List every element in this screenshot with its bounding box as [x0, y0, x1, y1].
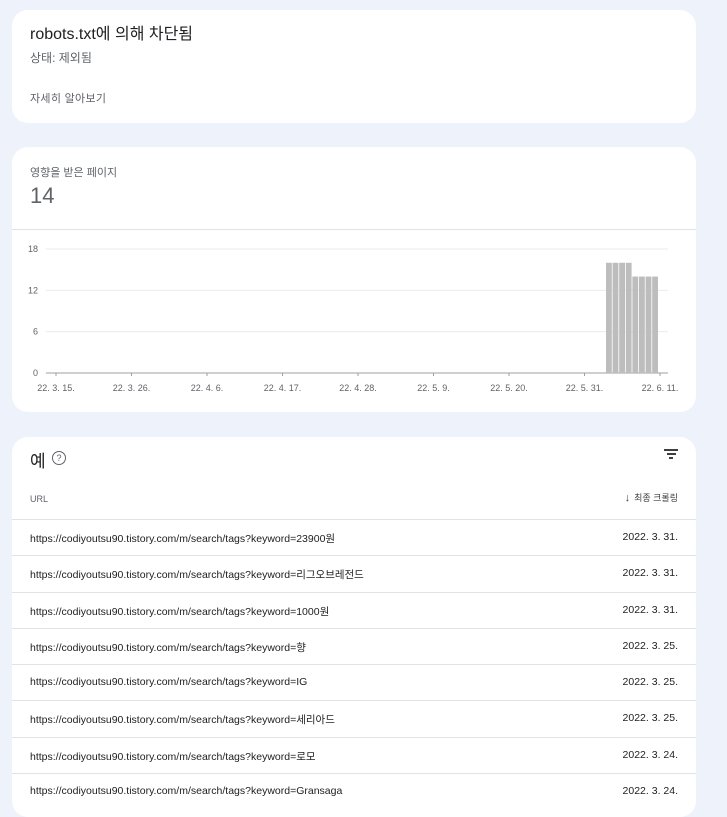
- chart-bar[interactable]: [606, 262, 612, 373]
- arrow-down-icon: ↓: [624, 492, 631, 504]
- x-tick-label: 22. 3. 15.: [37, 383, 75, 393]
- chart-bar[interactable]: [639, 276, 645, 373]
- table-row[interactable]: https://codiyoutsu90.tistory.com/m/searc…: [12, 555, 696, 591]
- row-last-crawled: 2022. 3. 25.: [622, 676, 678, 689]
- row-url: https://codiyoutsu90.tistory.com/m/searc…: [30, 750, 316, 763]
- examples-title: 예: [30, 452, 46, 471]
- y-tick-label: 12: [28, 285, 38, 295]
- help-icon[interactable]: ?: [52, 451, 66, 465]
- examples-card: 예 ? URL ↓ 최종 크롤링 https://codiyoutsu90.tis…: [12, 437, 696, 817]
- x-tick-label: 22. 5. 20.: [490, 383, 528, 393]
- affected-pages-chart: 0 6 12 18 22. 3. 15. 22. 3. 26. 22. 4. 6. 22. 4…: [28, 244, 679, 393]
- chart-bar[interactable]: [652, 276, 658, 373]
- chart-bar[interactable]: [625, 262, 632, 373]
- x-tick-label: 22. 4. 6.: [191, 383, 224, 393]
- row-url: https://codiyoutsu90.tistory.com/m/searc…: [30, 641, 306, 654]
- chart-bar[interactable]: [632, 276, 639, 373]
- table-row[interactable]: https://codiyoutsu90.tistory.com/m/searc…: [12, 773, 696, 809]
- x-tick-label: 22. 6. 11.: [642, 383, 679, 393]
- x-tick-label: 22. 4. 28.: [339, 383, 377, 393]
- table-row[interactable]: https://codiyoutsu90.tistory.com/m/searc…: [12, 519, 696, 555]
- column-header-last-crawled[interactable]: ↓ 최종 크롤링: [625, 491, 678, 504]
- chart-bar[interactable]: [619, 262, 625, 373]
- column-header-last-crawled-label: 최종 크롤링: [634, 493, 678, 503]
- learn-more-link[interactable]: 자세히 알아보기: [30, 90, 106, 106]
- examples-table-body: https://codiyoutsu90.tistory.com/m/searc…: [12, 519, 696, 809]
- chart-bar[interactable]: [612, 262, 619, 373]
- y-tick-label: 0: [33, 368, 38, 378]
- status-card: robots.txt에 의해 차단됨 상태: 제외됨 자세히 알아보기: [12, 10, 696, 123]
- row-url: https://codiyoutsu90.tistory.com/m/searc…: [30, 533, 336, 545]
- row-last-crawled: 2022. 3. 25.: [622, 639, 678, 652]
- row-last-crawled: 2022. 3. 31.: [622, 603, 678, 616]
- chart-bar[interactable]: [645, 276, 652, 373]
- table-row[interactable]: https://codiyoutsu90.tistory.com/m/searc…: [12, 736, 696, 773]
- row-last-crawled: 2022. 3. 24.: [622, 748, 678, 761]
- x-tick-label: 22. 5. 9.: [417, 383, 450, 393]
- row-url: https://codiyoutsu90.tistory.com/m/searc…: [30, 714, 335, 727]
- table-row[interactable]: https://codiyoutsu90.tistory.com/m/searc…: [12, 627, 696, 664]
- row-last-crawled: 2022. 3. 31.: [622, 567, 678, 580]
- filter-icon[interactable]: [664, 449, 678, 461]
- row-last-crawled: 2022. 3. 31.: [622, 531, 678, 543]
- table-row[interactable]: https://codiyoutsu90.tistory.com/m/searc…: [12, 591, 696, 628]
- column-header-url: URL: [30, 494, 49, 504]
- x-tick-label: 22. 3. 26.: [113, 383, 151, 393]
- row-url: https://codiyoutsu90.tistory.com/m/searc…: [30, 569, 364, 582]
- y-tick-label: 6: [33, 327, 38, 337]
- row-url: https://codiyoutsu90.tistory.com/m/searc…: [30, 605, 330, 618]
- x-tick-label: 22. 5. 31.: [566, 383, 604, 393]
- row-last-crawled: 2022. 3. 24.: [622, 785, 678, 798]
- issue-status: 상태: 제외됨: [30, 51, 92, 65]
- y-tick-label: 18: [28, 244, 38, 254]
- issue-title: robots.txt에 의해 차단됨: [30, 26, 194, 43]
- row-url: https://codiyoutsu90.tistory.com/m/searc…: [30, 785, 343, 798]
- x-tick-label: 22. 4. 17.: [264, 383, 302, 393]
- row-last-crawled: 2022. 3. 25.: [622, 712, 678, 725]
- table-row[interactable]: https://codiyoutsu90.tistory.com/m/searc…: [12, 664, 696, 700]
- table-row[interactable]: https://codiyoutsu90.tistory.com/m/searc…: [12, 700, 696, 736]
- row-url: https://codiyoutsu90.tistory.com/m/searc…: [30, 676, 308, 689]
- chart-card: 영향을 받은 페이지 14 0 6 12 18 22. 3. 15. 22. 3. 26.…: [12, 147, 696, 412]
